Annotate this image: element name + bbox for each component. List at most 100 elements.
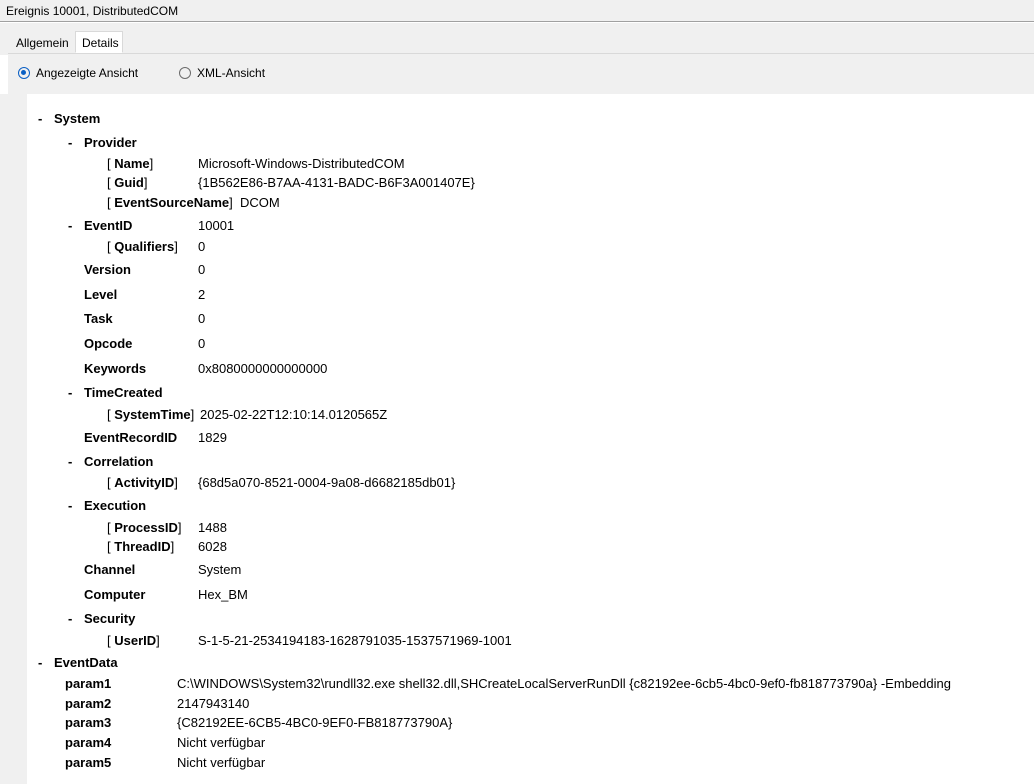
node-provider: Provider (84, 135, 137, 150)
param2-value: 2147943140 (177, 696, 250, 711)
attr-bracket-close: ] (177, 520, 182, 535)
left-margin (0, 94, 27, 784)
param4-key: param4 (65, 735, 112, 750)
attr-systemtime-value: 2025-02-22T12:10:14.0120565Z (200, 407, 388, 422)
attr-guid-row: [ Guid] (107, 175, 147, 190)
param4-value: Nicht verfügbar (177, 735, 266, 750)
attr-name-row: [ Name] (107, 156, 153, 171)
collapse-security-toggle[interactable]: - (68, 611, 72, 626)
radio-xml-view[interactable]: XML-Ansicht (179, 66, 265, 80)
attr-qualifiers-key: Qualifiers (114, 239, 175, 254)
attr-bracket-open: [ (107, 175, 111, 190)
node-version: Version (84, 262, 131, 277)
window-title: Ereignis 10001, DistributedCOM (0, 0, 1034, 22)
attr-activityid-key: ActivityID (114, 475, 175, 490)
collapse-provider-toggle[interactable]: - (68, 135, 72, 150)
attr-bracket-close: ] (143, 175, 148, 190)
opcode-value: 0 (198, 336, 206, 351)
attr-bracket-open: [ (107, 239, 111, 254)
attr-bracket-open: [ (107, 407, 111, 422)
attr-bracket-close: ] (170, 539, 175, 554)
attr-eventsourcename-key: EventSourceName (114, 195, 230, 210)
node-keywords: Keywords (84, 361, 147, 376)
attr-systemtime-row: [ SystemTime] (107, 407, 194, 422)
attr-threadid-row: [ ThreadID] (107, 539, 174, 554)
node-execution: Execution (84, 498, 147, 513)
attr-eventsourcename-value: DCOM (240, 195, 280, 210)
collapse-system-toggle[interactable]: - (38, 111, 42, 126)
attr-processid-row: [ ProcessID] (107, 520, 181, 535)
view-options-panel (8, 54, 1034, 94)
attr-bracket-open: [ (107, 520, 111, 535)
collapse-eventid-toggle[interactable]: - (68, 218, 72, 233)
attr-name-value: Microsoft-Windows-DistributedCOM (198, 156, 405, 171)
attr-name-key: Name (114, 156, 150, 171)
attr-processid-key: ProcessID (114, 520, 178, 535)
tab-details[interactable]: Details (75, 31, 123, 53)
task-value: 0 (198, 311, 206, 326)
collapse-execution-toggle[interactable]: - (68, 498, 72, 513)
attr-bracket-close: ] (229, 195, 233, 210)
attr-bracket-close: ] (174, 239, 178, 254)
attr-processid-value: 1488 (198, 520, 227, 535)
tab-allgemein[interactable]: Allgemein (10, 33, 75, 53)
attr-threadid-value: 6028 (198, 539, 227, 554)
param2-key: param2 (65, 696, 112, 711)
node-system: System (54, 111, 101, 126)
channel-value: System (198, 562, 242, 577)
param5-value: Nicht verfügbar (177, 755, 266, 770)
param5-key: param5 (65, 755, 112, 770)
param3-value: {C82192EE-6CB5-4BC0-9EF0-FB818773790A} (177, 715, 453, 730)
attr-bracket-open: [ (107, 195, 111, 210)
attr-eventsourcename-row: [ EventSourceName] (107, 195, 233, 210)
radio-displayed-view-label: Angezeigte Ansicht (36, 66, 139, 80)
param1-key: param1 (65, 676, 112, 691)
level-value: 2 (198, 287, 206, 302)
attr-guid-value: {1B562E86-B7AA-4131-BADC-B6F3A001407E} (198, 175, 475, 190)
node-channel: Channel (84, 562, 136, 577)
collapse-eventdata-toggle[interactable]: - (38, 655, 42, 670)
node-eventrecordid: EventRecordID (84, 430, 178, 445)
collapse-correlation-toggle[interactable]: - (68, 454, 72, 469)
attr-activityid-value: {68d5a070-8521-0004-9a08-d6682185db01} (198, 475, 456, 490)
collapse-timecreated-toggle[interactable]: - (68, 385, 72, 400)
node-opcode: Opcode (84, 336, 133, 351)
attr-bracket-close: ] (156, 633, 160, 648)
attr-bracket-open: [ (107, 475, 111, 490)
attr-userid-value: S-1-5-21-2534194183-1628791035-153757196… (198, 633, 512, 648)
attr-threadid-key: ThreadID (114, 539, 171, 554)
keywords-value: 0x8080000000000000 (198, 361, 328, 376)
radio-unchecked-icon (179, 67, 191, 79)
attr-guid-key: Guid (114, 175, 144, 190)
attr-activityid-row: [ ActivityID] (107, 475, 178, 490)
radio-xml-view-label: XML-Ansicht (197, 66, 266, 80)
node-timecreated: TimeCreated (84, 385, 163, 400)
attr-bracket-open: [ (107, 633, 111, 648)
attr-bracket-close: ] (190, 407, 195, 422)
eventid-value: 10001 (198, 218, 235, 233)
node-task: Task (84, 311, 113, 326)
attr-userid-key: UserID (114, 633, 157, 648)
node-computer: Computer (84, 587, 146, 602)
computer-value: Hex_BM (198, 587, 248, 602)
version-value: 0 (198, 262, 206, 277)
attr-bracket-close: ] (149, 156, 154, 171)
param3-key: param3 (65, 715, 112, 730)
attr-userid-row: [ UserID] (107, 633, 160, 648)
tab-strip (0, 23, 1034, 55)
attr-bracket-open: [ (107, 539, 111, 554)
node-eventid: EventID (84, 218, 133, 233)
node-security: Security (84, 611, 136, 626)
attr-bracket-close: ] (174, 475, 178, 490)
radio-displayed-view[interactable]: Angezeigte Ansicht (18, 66, 138, 80)
attr-qualifiers-value: 0 (198, 239, 206, 254)
eventrecordid-value: 1829 (198, 430, 227, 445)
node-eventdata: EventData (54, 655, 118, 670)
attr-bracket-open: [ (107, 156, 111, 171)
node-level: Level (84, 287, 118, 302)
node-correlation: Correlation (84, 454, 154, 469)
radio-checked-icon (18, 67, 30, 79)
attr-systemtime-key: SystemTime (114, 407, 191, 422)
param1-value: C:\WINDOWS\System32\rundll32.exe shell32… (177, 676, 951, 691)
attr-qualifiers-row: [ Qualifiers] (107, 239, 178, 254)
